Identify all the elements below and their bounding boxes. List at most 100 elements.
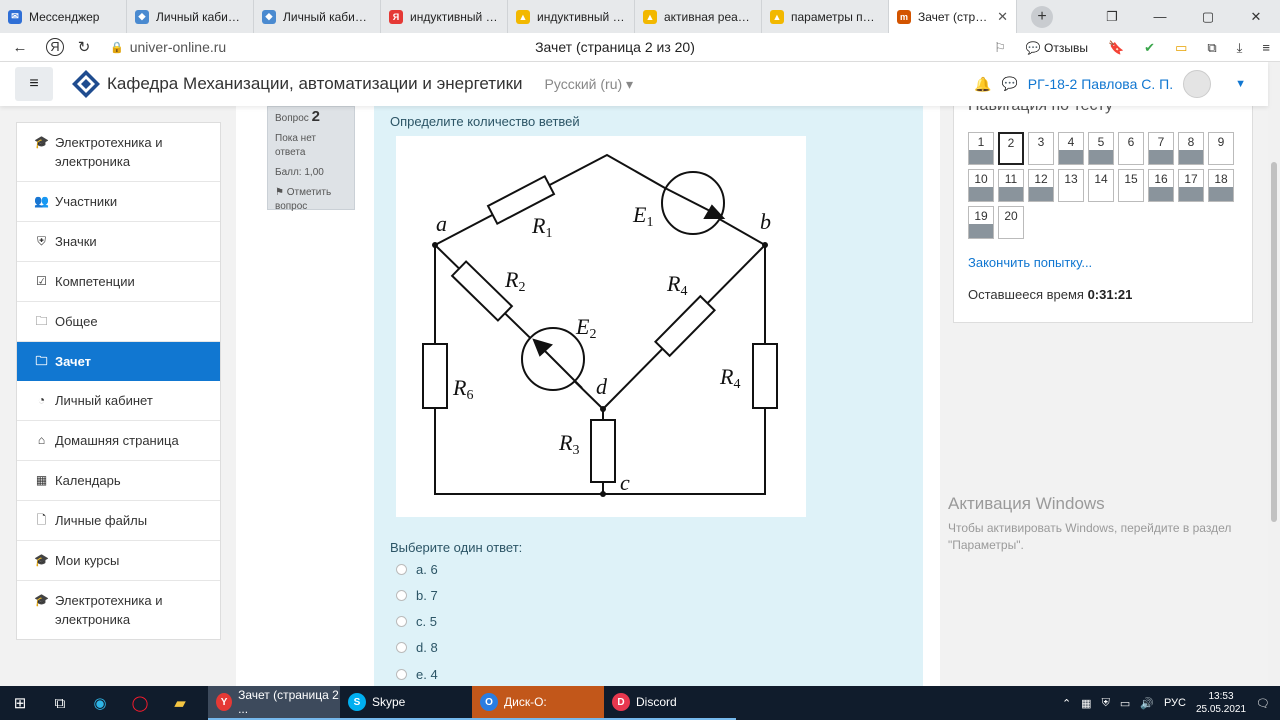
answer-option[interactable]: c. 5 — [396, 614, 437, 629]
sidebar-item[interactable]: ▦ Календарь — [17, 461, 220, 501]
volume-icon[interactable]: 🔊 — [1140, 697, 1154, 710]
tray-chevron-icon[interactable]: ⌃ — [1062, 697, 1071, 710]
browser-tab[interactable]: ◆ Личный кабинет — [127, 0, 254, 33]
answer-option[interactable]: a. 6 — [396, 562, 438, 577]
translate-icon[interactable]: ⚐ — [994, 40, 1006, 56]
taskbar-app[interactable]: D Discord — [604, 686, 736, 720]
task-view-icon[interactable]: ⧉ — [40, 686, 80, 720]
clock[interactable]: 13:53 25.05.2021 — [1196, 690, 1246, 716]
notifications-icon[interactable]: 🗨 — [1256, 697, 1270, 710]
sidebar-item[interactable]: 🗀 Зачет — [17, 342, 220, 381]
sidebar-item[interactable]: ⌂ Домашняя страница — [17, 421, 220, 461]
minimize-button[interactable]: — — [1136, 9, 1184, 24]
quiz-nav-button[interactable]: 12 — [1028, 169, 1054, 202]
browser-menu-icon[interactable]: ≡ — [1262, 40, 1270, 55]
quiz-nav-button[interactable]: 1 — [968, 132, 994, 165]
maximize-button[interactable]: ▢ — [1184, 9, 1232, 25]
finish-attempt-link[interactable]: Закончить попытку... — [968, 255, 1092, 270]
sidebar-item[interactable]: 🗀 Общее — [17, 302, 220, 342]
taskbar-app[interactable]: S Skype — [340, 686, 472, 720]
quiz-nav-button[interactable]: 16 — [1148, 169, 1174, 202]
quiz-nav-button[interactable]: 20 — [998, 206, 1024, 239]
quiz-nav-button[interactable]: 18 — [1208, 169, 1234, 202]
quiz-nav-button[interactable]: 11 — [998, 169, 1024, 202]
browser-tab[interactable]: ✉ Мессенджер — [0, 0, 127, 33]
close-window-button[interactable]: ✕ — [1232, 9, 1280, 25]
collections-icon[interactable]: ⧉ — [1207, 40, 1216, 56]
edge-icon[interactable]: ◉ — [80, 686, 120, 720]
sidebar-item[interactable]: 👥 Участники — [17, 182, 220, 222]
university-logo[interactable] — [71, 69, 101, 99]
sidebar-item[interactable]: 🎓 Электротехника и электроника — [17, 581, 220, 639]
browser-tab[interactable]: ▲ индуктивный и ем — [508, 0, 635, 33]
scrollbar-thumb[interactable] — [1271, 162, 1277, 522]
taskbar-app[interactable]: Y Зачет (страница 2 ... — [208, 686, 340, 720]
bookmark-icon[interactable]: 🔖 — [1108, 40, 1124, 56]
browser-tab[interactable]: m Зачет (страниц✕ — [889, 0, 1017, 33]
browser-tab[interactable]: ▲ активная реактив — [635, 0, 762, 33]
quiz-nav-button[interactable]: 7 — [1148, 132, 1174, 165]
answer-radio[interactable] — [396, 564, 407, 575]
question-text: Определите количество ветвей — [390, 114, 580, 129]
back-button[interactable]: ← — [6, 39, 34, 56]
protect-icon[interactable]: ✔ — [1144, 40, 1155, 56]
quiz-nav-button[interactable]: 2 — [998, 132, 1024, 165]
flag-question-link[interactable]: ⚑ Отметить вопрос — [275, 186, 347, 214]
quiz-nav-button[interactable]: 13 — [1058, 169, 1084, 202]
input-language[interactable]: РУС — [1164, 697, 1186, 709]
user-menu-chevron-icon[interactable]: ▼ — [1235, 78, 1246, 90]
browser-tab[interactable]: ◆ Личный кабинет — [254, 0, 381, 33]
taskbar-app[interactable]: O Диск-О: — [472, 686, 604, 720]
page-scrollbar[interactable] — [1268, 62, 1280, 686]
avatar[interactable] — [1183, 70, 1212, 98]
language-menu[interactable]: Русский (ru) ▾ — [545, 76, 634, 93]
quiz-nav-button[interactable]: 14 — [1088, 169, 1114, 202]
close-tab-icon[interactable]: ✕ — [993, 9, 1008, 25]
nav-drawer-toggle[interactable]: ≡ — [15, 67, 53, 101]
answer-option[interactable]: b. 7 — [396, 588, 438, 603]
sidebar-item[interactable]: 🎓 Электротехника и электроника — [17, 123, 220, 182]
answer-radio[interactable] — [396, 642, 407, 653]
answer-radio[interactable] — [396, 616, 407, 627]
sidebar-item[interactable]: ⛨ Значки — [17, 222, 220, 262]
new-tab-button[interactable]: + — [1031, 5, 1053, 28]
answer-radio[interactable] — [396, 669, 407, 680]
quiz-nav-button[interactable]: 5 — [1088, 132, 1114, 165]
quiz-nav-button[interactable]: 6 — [1118, 132, 1144, 165]
downloads-icon[interactable]: ⤓ — [1237, 40, 1243, 56]
messages-icon[interactable]: 💬 — [1002, 76, 1018, 92]
sidebar-item[interactable]: ◔ Личный кабинет — [17, 381, 220, 421]
sidebar-item[interactable]: 🗋 Личные файлы — [17, 501, 220, 541]
site-name[interactable]: Кафедра Механизации, автоматизации и эне… — [107, 74, 523, 94]
file-explorer-icon[interactable]: ▰ — [160, 686, 200, 720]
sidebar-item[interactable]: ☑ Компетенции — [17, 262, 220, 302]
quiz-nav-button[interactable]: 8 — [1178, 132, 1204, 165]
quiz-nav-button[interactable]: 4 — [1058, 132, 1084, 165]
browser-tab[interactable]: Яиндуктивный и ем — [381, 0, 508, 33]
quiz-nav-button[interactable]: 19 — [968, 206, 994, 239]
quiz-nav-button[interactable]: 15 — [1118, 169, 1144, 202]
quiz-nav-button[interactable]: 9 — [1208, 132, 1234, 165]
url-domain[interactable]: univer-online.ru — [130, 39, 227, 55]
start-button[interactable]: ⊞ — [0, 686, 40, 720]
network-icon[interactable]: ▦ — [1081, 697, 1091, 710]
answer-option[interactable]: d. 8 — [396, 640, 438, 655]
quiz-nav-button[interactable]: 3 — [1028, 132, 1054, 165]
answer-radio[interactable] — [396, 590, 407, 601]
battery-tray-icon[interactable]: ▭ — [1120, 697, 1130, 710]
bell-icon[interactable]: 🔔 — [974, 76, 991, 93]
browser-tab[interactable]: ▲ параметры перем — [762, 0, 889, 33]
feedback-button[interactable]: 💬 Отзывы — [1026, 41, 1088, 55]
answered-indicator — [969, 224, 993, 238]
opera-icon[interactable]: ◯ — [120, 686, 160, 720]
quiz-nav-button[interactable]: 10 — [968, 169, 994, 202]
reload-button[interactable]: ↻ — [70, 38, 98, 56]
quiz-nav-button[interactable]: 17 — [1178, 169, 1204, 202]
tabs-overview-icon[interactable]: ❐ — [1088, 9, 1136, 25]
security-icon[interactable]: ⛨ — [1102, 697, 1110, 710]
sidebar-item[interactable]: 🎓 Мои курсы — [17, 541, 220, 581]
yandex-button[interactable]: Я — [46, 38, 64, 56]
answer-option[interactable]: e. 4 — [396, 667, 438, 682]
battery-icon[interactable]: ▭ — [1175, 40, 1187, 56]
user-name[interactable]: РГ-18-2 Павлова С. П. — [1028, 76, 1173, 92]
